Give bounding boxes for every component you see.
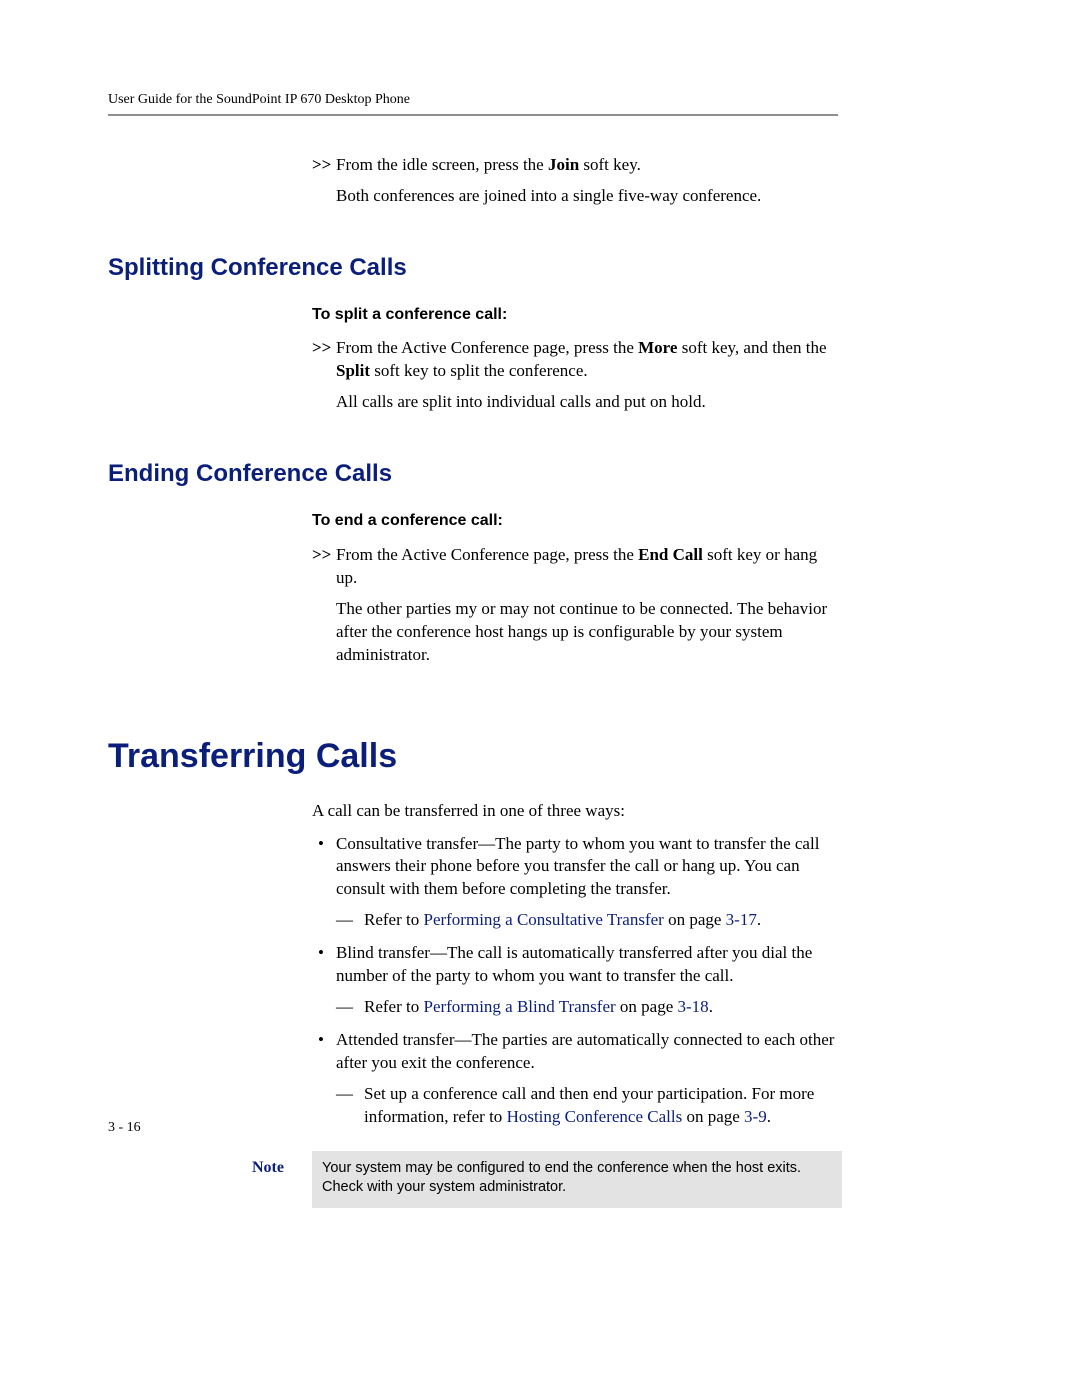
intro-step: >> From the idle screen, press the Join … — [312, 154, 842, 177]
split-result: All calls are split into individual call… — [312, 391, 842, 414]
step-marker: >> — [312, 154, 331, 177]
list-sub-item: Set up a conference call and then end yo… — [364, 1083, 842, 1129]
split-block: To split a conference call: >> From the … — [312, 304, 842, 414]
link-page-ref[interactable]: 3-18 — [678, 997, 709, 1016]
split-step: >> From the Active Conference page, pres… — [312, 337, 842, 383]
sub-list: Refer to Performing a Blind Transfer on … — [336, 996, 842, 1019]
end-block: To end a conference call: >> From the Ac… — [312, 510, 842, 666]
heading-splitting: Splitting Conference Calls — [108, 254, 838, 282]
note-label: Note — [252, 1151, 312, 1208]
running-head: User Guide for the SoundPoint IP 670 Des… — [108, 92, 838, 114]
item-text: Attended transfer—The parties are automa… — [336, 1030, 834, 1072]
link-page-ref[interactable]: 3-9 — [744, 1107, 767, 1126]
list-item: Consultative transfer—The party to whom … — [336, 833, 842, 933]
transfer-block: A call can be transferred in one of thre… — [312, 800, 842, 1129]
note-box: Your system may be configured to end the… — [312, 1151, 842, 1208]
page-number: 3 - 16 — [108, 1120, 141, 1136]
link-consultative-transfer[interactable]: Performing a Consultative Transfer — [423, 910, 663, 929]
heading-ending: Ending Conference Calls — [108, 460, 838, 488]
list-item: Blind transfer—The call is automatically… — [336, 942, 842, 1019]
step-text: From the Active Conference page, press t… — [336, 545, 817, 587]
note-row: Note Your system may be configured to en… — [252, 1151, 842, 1208]
header-rule — [108, 114, 838, 116]
sub-list: Set up a conference call and then end yo… — [336, 1083, 842, 1129]
transfer-intro: A call can be transferred in one of thre… — [312, 800, 842, 823]
step-marker: >> — [312, 544, 331, 567]
link-page-ref[interactable]: 3-17 — [726, 910, 757, 929]
step-marker: >> — [312, 337, 331, 360]
sub-list: Refer to Performing a Consultative Trans… — [336, 909, 842, 932]
page-content: User Guide for the SoundPoint IP 670 Des… — [108, 92, 838, 1208]
step-text: From the Active Conference page, press t… — [336, 338, 827, 380]
link-hosting-conference-calls[interactable]: Hosting Conference Calls — [507, 1107, 683, 1126]
intro-block: >> From the idle screen, press the Join … — [312, 154, 842, 208]
list-item: Attended transfer—The parties are automa… — [336, 1029, 842, 1129]
split-task-title: To split a conference call: — [312, 304, 842, 326]
end-task-title: To end a conference call: — [312, 510, 842, 532]
step-text: From the idle screen, press the Join sof… — [336, 155, 641, 174]
transfer-list: Consultative transfer—The party to whom … — [312, 833, 842, 1129]
heading-transferring: Transferring Calls — [108, 737, 838, 776]
list-sub-item: Refer to Performing a Blind Transfer on … — [364, 996, 842, 1019]
item-text: Consultative transfer—The party to whom … — [336, 834, 819, 899]
end-step: >> From the Active Conference page, pres… — [312, 544, 842, 590]
end-result: The other parties my or may not continue… — [312, 598, 842, 667]
list-sub-item: Refer to Performing a Consultative Trans… — [364, 909, 842, 932]
intro-result: Both conferences are joined into a singl… — [312, 185, 842, 208]
link-blind-transfer[interactable]: Performing a Blind Transfer — [423, 997, 615, 1016]
item-text: Blind transfer—The call is automatically… — [336, 943, 812, 985]
